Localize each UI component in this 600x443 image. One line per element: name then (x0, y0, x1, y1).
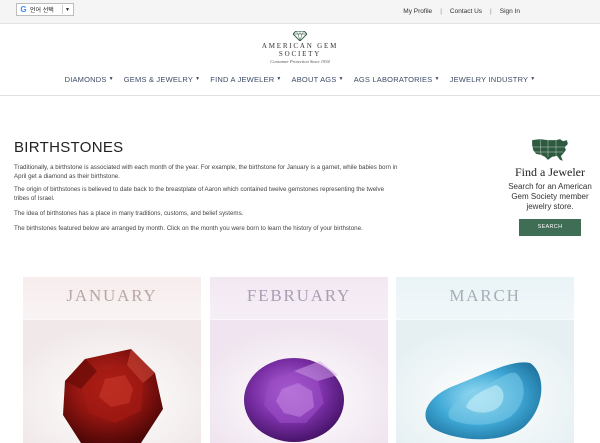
nav-label: ABOUT AGS (291, 74, 337, 84)
dropdown-arrow-icon: ▼ (65, 6, 70, 13)
utility-bar: G 언어 선택 ▼ My Profile | Contact Us | Sign… (0, 0, 600, 24)
nav-label: AGS LABORATORIES (353, 74, 433, 84)
origin-paragraph: The origin of birthstones is believed to… (14, 186, 385, 202)
nav-item-ags-laboratories[interactable]: AGS LABORATORIES ▼ (349, 70, 445, 88)
caret-down-icon: ▼ (108, 76, 114, 82)
my-profile-link[interactable]: My Profile (403, 8, 432, 15)
page-title: BIRTHSTONES (14, 139, 124, 156)
account-links: My Profile | Contact Us | Sign In (403, 8, 520, 15)
caret-down-icon: ▼ (338, 76, 344, 82)
month-card-january[interactable]: JANUARY (23, 277, 201, 443)
nav-label: GEMS & JEWELRY (123, 74, 194, 84)
caret-down-icon: ▼ (530, 76, 536, 82)
diamond-icon (293, 31, 307, 41)
finder-description: Search for an American Gem Society membe… (508, 182, 592, 211)
nav-item-jewelry-industry[interactable]: JEWELRY INDUSTRY ▼ (445, 70, 541, 88)
caret-down-icon: ▼ (276, 76, 282, 82)
find-a-jeweler-widget: Find a Jeweler Search for an American Ge… (505, 136, 595, 236)
nav-item-gems-jewelry[interactable]: GEMS & JEWELRY ▼ (119, 70, 206, 88)
logo-line-2: SOCIETY (278, 50, 322, 58)
sign-in-link[interactable]: Sign In (500, 8, 520, 15)
month-name: MARCH (449, 286, 521, 305)
nav-label: DIAMONDS (64, 74, 107, 84)
month-name: JANUARY (66, 286, 158, 305)
nav-label: FIND A JEWELER (210, 74, 275, 84)
traditions-paragraph: The idea of birthstones has a place in m… (14, 210, 244, 217)
nav-item-about-ags[interactable]: ABOUT AGS ▼ (287, 70, 349, 88)
logo-line-1: AMERICAN GEM (261, 42, 339, 50)
month-card-march[interactable]: MARCH (396, 277, 574, 443)
caret-down-icon: ▼ (195, 76, 201, 82)
main-nav: DIAMONDS ▼ GEMS & JEWELRY ▼ FIND A JEWEL… (0, 70, 600, 88)
site-logo[interactable]: AMERICAN GEM SOCIETY Consumer Protection… (240, 31, 360, 67)
nav-item-find-a-jeweler[interactable]: FIND A JEWELER ▼ (205, 70, 286, 88)
us-map-icon (531, 138, 569, 162)
header-divider (0, 95, 600, 96)
language-selector[interactable]: G 언어 선택 ▼ (16, 3, 74, 16)
search-button[interactable]: SEARCH (519, 219, 581, 236)
contact-us-link[interactable]: Contact Us (450, 8, 482, 15)
finder-title: Find a Jeweler (515, 165, 585, 179)
logo-tagline: Consumer Protection Since 1934 (270, 59, 330, 64)
google-icon: G (20, 5, 27, 14)
nav-item-diamonds[interactable]: DIAMONDS ▼ (60, 70, 119, 88)
caret-down-icon: ▼ (434, 76, 440, 82)
month-card-february[interactable]: FEBRUARY (210, 277, 388, 443)
month-name: FEBRUARY (246, 286, 352, 305)
intro-paragraph: Traditionally, a birthstone is associate… (14, 164, 398, 180)
instructions-paragraph: The birthstones featured below are arran… (14, 225, 363, 232)
language-selector-label: 언어 선택 (30, 8, 54, 14)
nav-label: JEWELRY INDUSTRY (449, 74, 529, 84)
